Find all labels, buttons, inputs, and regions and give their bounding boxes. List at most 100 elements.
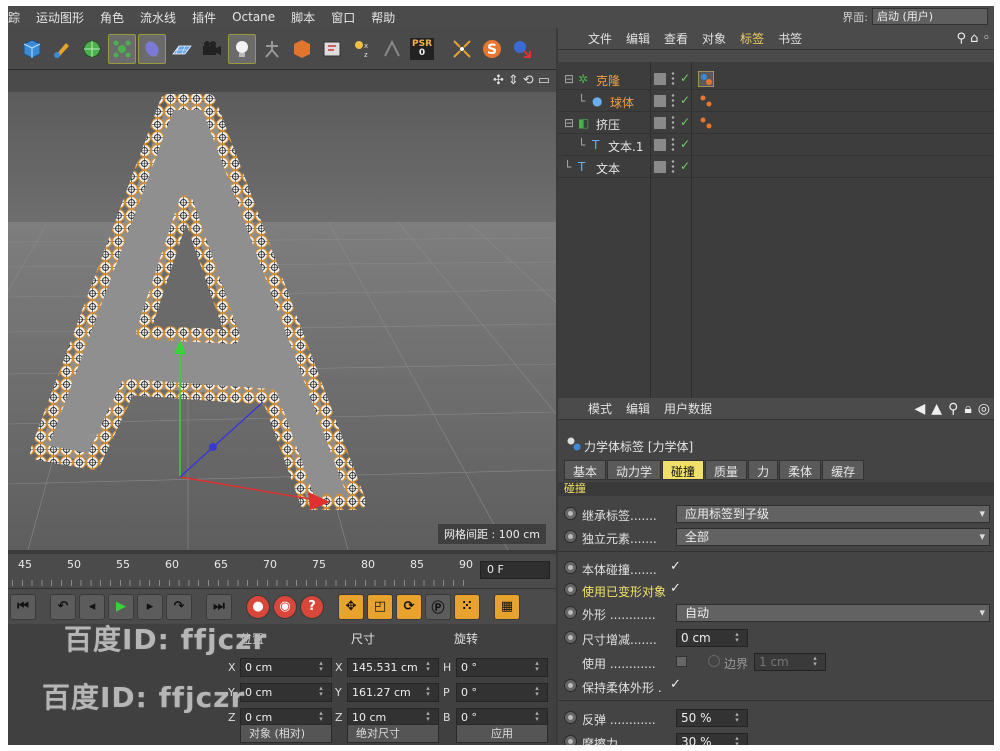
size-increment-field[interactable]: 0 cm: [676, 629, 748, 647]
tab-dynamics[interactable]: 动力学: [607, 460, 662, 480]
layer-icon[interactable]: [654, 117, 666, 129]
apply-button[interactable]: 应用: [456, 724, 548, 743]
viewport-3d[interactable]: 网格间距 : 100 cm: [8, 92, 556, 550]
next-frame-icon[interactable]: ▸: [137, 593, 163, 620]
rotation-key-icon[interactable]: ⟳: [396, 593, 422, 620]
material-tag-icon[interactable]: [698, 115, 714, 131]
animate-radio[interactable]: [564, 507, 577, 520]
scheme-icon[interactable]: ▦: [494, 593, 520, 620]
menu-item-window[interactable]: 窗口: [323, 9, 363, 26]
next-key-icon[interactable]: ↷: [166, 593, 192, 620]
size-y-field[interactable]: 161.27 cm: [347, 683, 439, 702]
use-deformed-checkbox[interactable]: ✓: [670, 581, 681, 596]
menu-item-pipeline[interactable]: 流水线: [132, 9, 184, 26]
more-icon[interactable]: ◦: [982, 31, 990, 46]
position-key-icon[interactable]: ✥: [338, 593, 364, 620]
deformer-icon[interactable]: [138, 33, 166, 64]
enabled-check-icon[interactable]: ✓: [680, 71, 690, 85]
workplane-icon[interactable]: [508, 34, 536, 64]
friction-field[interactable]: 30 %: [676, 733, 748, 745]
material-tag-icon[interactable]: [698, 93, 714, 109]
layer-icon[interactable]: [654, 161, 666, 173]
menu-item-tracking[interactable]: 踪: [8, 9, 28, 26]
animate-radio[interactable]: [564, 530, 577, 543]
visibility-dots-icon[interactable]: [670, 71, 676, 85]
current-frame-field[interactable]: 0 F: [480, 561, 550, 579]
margin-field[interactable]: 1 cm: [754, 653, 826, 671]
visibility-dots-icon[interactable]: [670, 93, 676, 107]
toggle-view-icon[interactable]: ▭: [538, 73, 550, 88]
snap-icon[interactable]: [448, 34, 476, 64]
visibility-dots-icon[interactable]: [670, 159, 676, 173]
animate-radio[interactable]: [564, 735, 577, 745]
animate-radio[interactable]: [564, 561, 577, 574]
size-x-field[interactable]: 145.531 cm: [347, 658, 439, 677]
home-icon[interactable]: ⌂: [970, 31, 978, 46]
menu-item-octane[interactable]: Octane: [224, 10, 283, 24]
symmetry-icon[interactable]: [378, 34, 406, 64]
prev-frame-icon[interactable]: ◂: [79, 593, 105, 620]
new-view-icon[interactable]: ◎: [978, 401, 990, 417]
zoom-view-icon[interactable]: ⇕: [508, 73, 519, 88]
tab-force[interactable]: 力: [748, 460, 779, 480]
position-y-field[interactable]: 0 cm: [240, 683, 332, 702]
tree-expander-icon[interactable]: ⊟: [564, 116, 574, 130]
om-menu-objects[interactable]: 对象: [702, 30, 726, 47]
psr-icon[interactable]: PSR 0: [408, 34, 436, 64]
prev-key-icon[interactable]: ↶: [50, 593, 76, 620]
animate-radio[interactable]: [564, 583, 577, 596]
rotation-p-field[interactable]: 0 °: [456, 683, 548, 702]
am-menu-edit[interactable]: 编辑: [626, 400, 650, 417]
menu-item-script[interactable]: 脚本: [283, 9, 323, 26]
object-row-sphere[interactable]: └ ● 球体 ✓: [558, 90, 994, 112]
s-script-icon[interactable]: S: [478, 34, 506, 64]
om-menu-view[interactable]: 查看: [664, 30, 688, 47]
position-x-field[interactable]: 0 cm: [240, 658, 332, 677]
layer-icon[interactable]: [654, 95, 666, 107]
menu-item-mograph[interactable]: 运动图形: [28, 9, 92, 26]
parameter-key-icon[interactable]: Ⓟ: [425, 593, 451, 620]
pen-icon[interactable]: [48, 34, 76, 64]
autokey-icon[interactable]: ◉: [273, 594, 297, 619]
go-to-start-icon[interactable]: ⏮: [10, 593, 36, 620]
size-mode-dropdown[interactable]: 绝对尺寸: [347, 724, 439, 743]
go-to-end-icon[interactable]: ⏭: [206, 593, 232, 620]
keyframe-selection-icon[interactable]: ?: [300, 594, 324, 619]
back-arrow-icon[interactable]: ◀: [915, 401, 926, 417]
point-level-icon[interactable]: ⁙: [454, 593, 480, 620]
coordinate-mode-dropdown[interactable]: 对象 (相对): [240, 724, 332, 743]
cube-icon[interactable]: [18, 34, 46, 64]
om-menu-bookmarks[interactable]: 书签: [778, 30, 802, 47]
bounce-field[interactable]: 50 %: [676, 709, 748, 727]
tree-expander-icon[interactable]: ⊟: [564, 72, 574, 86]
octane-object-icon[interactable]: [288, 34, 316, 64]
visibility-dots-icon[interactable]: [670, 115, 676, 129]
coordinate-system-icon[interactable]: xz: [348, 34, 376, 64]
inherit-tag-dropdown[interactable]: 应用标签到子级: [676, 505, 990, 523]
camera-icon[interactable]: [198, 34, 226, 64]
object-row-cloner[interactable]: ⊟ ✲ 克隆 ✓: [558, 68, 994, 90]
character-icon[interactable]: [258, 34, 286, 64]
rotate-view-icon[interactable]: ⟲: [523, 73, 534, 88]
shape-dropdown[interactable]: 自动: [676, 604, 990, 622]
subdivision-icon[interactable]: [78, 34, 106, 64]
animate-radio[interactable]: [564, 631, 577, 644]
lock-icon[interactable]: 🔒︎: [964, 401, 971, 417]
menu-item-character[interactable]: 角色: [92, 9, 132, 26]
am-menu-user-data[interactable]: 用户数据: [664, 400, 712, 417]
move-view-icon[interactable]: ✣: [493, 73, 504, 88]
menu-item-plugins[interactable]: 插件: [184, 9, 224, 26]
keep-soft-shape-checkbox[interactable]: ✓: [670, 677, 681, 692]
tab-cache[interactable]: 缓存: [822, 460, 865, 480]
animate-radio[interactable]: [564, 711, 577, 724]
scale-key-icon[interactable]: ◰: [367, 593, 393, 620]
use-margin-checkbox[interactable]: [676, 656, 687, 667]
enabled-check-icon[interactable]: ✓: [680, 93, 690, 107]
individual-elements-dropdown[interactable]: 全部: [676, 528, 990, 546]
record-icon[interactable]: ●: [246, 594, 270, 619]
om-menu-edit[interactable]: 编辑: [626, 30, 650, 47]
tab-basic[interactable]: 基本: [564, 460, 607, 480]
animate-radio[interactable]: [564, 679, 577, 692]
visibility-dots-icon[interactable]: [670, 137, 676, 151]
enabled-check-icon[interactable]: ✓: [680, 137, 690, 151]
